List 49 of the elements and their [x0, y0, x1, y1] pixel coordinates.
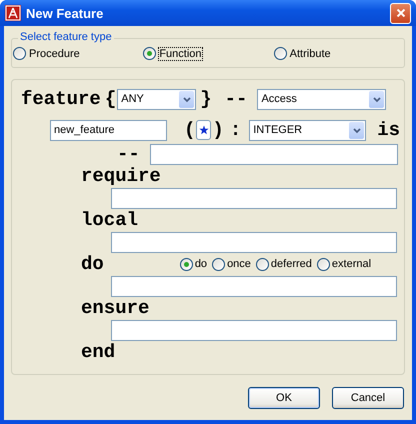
dropdown[interactable]: ANY — [117, 88, 196, 110]
arguments-button[interactable] — [196, 120, 212, 140]
keyword: end — [81, 342, 116, 362]
group-label: Select feature type — [18, 31, 114, 43]
keyword: is — [377, 120, 400, 140]
keyword: { — [104, 89, 116, 109]
keyword: require — [81, 166, 161, 186]
dropdown[interactable]: Access — [257, 88, 386, 110]
chevron-icon — [372, 94, 382, 104]
star-icon — [198, 125, 209, 135]
radio-button[interactable] — [13, 47, 26, 60]
keyword: ensure — [81, 298, 150, 318]
window-title: New Feature — [26, 6, 104, 20]
input-field[interactable] — [111, 320, 397, 340]
chevron-icon — [182, 94, 192, 104]
input-field[interactable] — [150, 144, 398, 164]
keyword: } — [200, 89, 212, 109]
app-icon — [5, 5, 21, 21]
radio-option[interactable]: once — [212, 258, 251, 270]
radio-option[interactable]: deferred — [256, 258, 312, 270]
close-button[interactable] — [390, 2, 411, 24]
close-icon — [394, 7, 406, 19]
keyword: ( — [184, 120, 196, 140]
input-field[interactable] — [111, 232, 397, 252]
radio-button[interactable] — [274, 47, 287, 60]
radio-option[interactable]: external — [316, 258, 372, 270]
ok-button[interactable]: OK — [248, 387, 320, 409]
radio-option[interactable]: Procedure — [13, 47, 144, 60]
keyword: feature — [21, 89, 101, 109]
radio-option[interactable]: Function — [143, 47, 274, 60]
chevron-icon — [352, 126, 362, 134]
input-field[interactable] — [111, 276, 397, 296]
radio-button[interactable] — [143, 47, 156, 60]
input-field[interactable] — [111, 188, 397, 208]
radio-button[interactable] — [180, 258, 193, 270]
radio-option[interactable]: Attribute — [274, 47, 404, 60]
keyword: local — [81, 210, 138, 230]
keyword: -- — [117, 144, 140, 164]
keyword: ) — [212, 120, 224, 140]
radio-button[interactable] — [212, 258, 226, 270]
radio-button[interactable] — [256, 258, 269, 270]
keyword: do — [81, 254, 104, 274]
dropdown[interactable]: INTEGER — [249, 120, 366, 140]
keyword: -- — [224, 89, 248, 109]
keyword: : — [230, 120, 242, 140]
radio-option[interactable]: do — [180, 258, 208, 270]
cancel-button[interactable]: Cancel — [332, 387, 404, 409]
radio-button[interactable] — [316, 258, 330, 270]
input-field[interactable]: new_feature — [50, 120, 167, 140]
